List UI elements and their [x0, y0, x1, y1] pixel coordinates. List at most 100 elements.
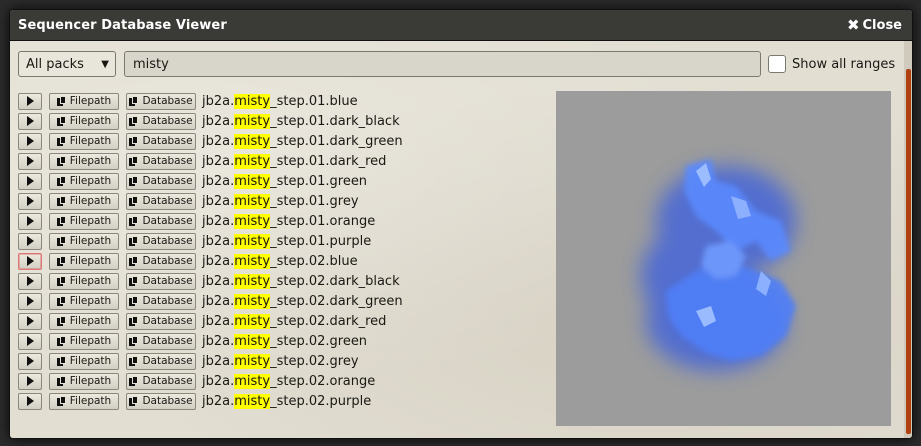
- play-button[interactable]: [18, 272, 42, 290]
- play-button[interactable]: [18, 312, 42, 330]
- entry-path[interactable]: jb2a.misty_step.02.dark_green: [202, 293, 403, 309]
- entry-path-prefix: jb2a.: [202, 353, 235, 369]
- entry-path[interactable]: jb2a.misty_step.02.grey: [202, 353, 359, 369]
- play-button[interactable]: [18, 132, 42, 150]
- close-button[interactable]: ✖ Close: [847, 17, 902, 33]
- copy-icon: [56, 96, 66, 106]
- copy-filepath-button[interactable]: Filepath: [49, 372, 119, 390]
- play-button[interactable]: [18, 192, 42, 210]
- copy-icon: [56, 336, 66, 346]
- copy-filepath-button[interactable]: Filepath: [49, 392, 119, 410]
- copy-database-button[interactable]: Database: [126, 92, 196, 110]
- entry-path[interactable]: jb2a.misty_step.01.dark_red: [202, 153, 387, 169]
- entry-path[interactable]: jb2a.misty_step.02.blue: [202, 253, 358, 269]
- list-item: Filepath Database jb2a.misty_step.02.orang…: [18, 371, 538, 391]
- close-button-label: Close: [862, 17, 902, 33]
- entry-path-suffix: _step.01.dark_black: [270, 113, 400, 129]
- copy-filepath-label: Filepath: [69, 135, 112, 147]
- play-button[interactable]: [18, 232, 42, 250]
- play-button[interactable]: [18, 392, 42, 410]
- copy-database-button[interactable]: Database: [126, 132, 196, 150]
- search-input[interactable]: misty: [124, 51, 761, 77]
- play-button[interactable]: [18, 292, 42, 310]
- entry-path[interactable]: jb2a.misty_step.01.green: [202, 173, 367, 189]
- play-button[interactable]: [18, 172, 42, 190]
- entry-path[interactable]: jb2a.misty_step.01.grey: [202, 193, 359, 209]
- copy-database-button[interactable]: Database: [126, 232, 196, 250]
- entry-path-suffix: _step.01.dark_red: [270, 153, 387, 169]
- copy-database-button[interactable]: Database: [126, 392, 196, 410]
- copy-filepath-label: Filepath: [69, 235, 112, 247]
- pack-select[interactable]: All packs ▼: [18, 51, 116, 77]
- copy-filepath-button[interactable]: Filepath: [49, 292, 119, 310]
- copy-database-button[interactable]: Database: [126, 112, 196, 130]
- copy-database-button[interactable]: Database: [126, 372, 196, 390]
- copy-icon: [129, 356, 139, 366]
- play-button[interactable]: [18, 332, 42, 350]
- copy-database-label: Database: [142, 375, 193, 387]
- copy-filepath-button[interactable]: Filepath: [49, 212, 119, 230]
- entry-path[interactable]: jb2a.misty_step.01.dark_black: [202, 113, 400, 129]
- copy-filepath-button[interactable]: Filepath: [49, 252, 119, 270]
- play-button[interactable]: [18, 252, 42, 270]
- entry-path-highlight: misty: [234, 353, 271, 369]
- copy-filepath-button[interactable]: Filepath: [49, 152, 119, 170]
- copy-filepath-button[interactable]: Filepath: [49, 352, 119, 370]
- copy-database-button[interactable]: Database: [126, 192, 196, 210]
- copy-filepath-button[interactable]: Filepath: [49, 132, 119, 150]
- copy-filepath-button[interactable]: Filepath: [49, 192, 119, 210]
- copy-filepath-button[interactable]: Filepath: [49, 332, 119, 350]
- copy-filepath-button[interactable]: Filepath: [49, 232, 119, 250]
- play-button[interactable]: [18, 372, 42, 390]
- copy-database-button[interactable]: Database: [126, 352, 196, 370]
- copy-database-button[interactable]: Database: [126, 292, 196, 310]
- entry-path[interactable]: jb2a.misty_step.01.dark_green: [202, 133, 403, 149]
- entry-path-prefix: jb2a.: [202, 273, 235, 289]
- entry-path[interactable]: jb2a.misty_step.01.purple: [202, 233, 371, 249]
- scrollbar-thumb[interactable]: [906, 69, 911, 434]
- copy-filepath-button[interactable]: Filepath: [49, 112, 119, 130]
- play-icon: [26, 356, 34, 366]
- entry-path[interactable]: jb2a.misty_step.02.purple: [202, 393, 371, 409]
- play-button[interactable]: [18, 152, 42, 170]
- copy-filepath-button[interactable]: Filepath: [49, 172, 119, 190]
- play-button[interactable]: [18, 212, 42, 230]
- copy-icon: [56, 176, 66, 186]
- copy-filepath-button[interactable]: Filepath: [49, 272, 119, 290]
- play-button[interactable]: [18, 352, 42, 370]
- copy-icon: [129, 156, 139, 166]
- copy-database-button[interactable]: Database: [126, 172, 196, 190]
- copy-database-button[interactable]: Database: [126, 252, 196, 270]
- copy-database-label: Database: [142, 115, 193, 127]
- entry-path[interactable]: jb2a.misty_step.02.orange: [202, 373, 375, 389]
- show-all-ranges-toggle[interactable]: Show all ranges: [768, 51, 895, 77]
- copy-icon: [129, 96, 139, 106]
- copy-database-button[interactable]: Database: [126, 212, 196, 230]
- list-item: Filepath Database jb2a.misty_step.01.grey: [18, 191, 538, 211]
- copy-database-button[interactable]: Database: [126, 312, 196, 330]
- entry-path-highlight: misty: [234, 233, 271, 249]
- play-button[interactable]: [18, 112, 42, 130]
- copy-filepath-label: Filepath: [69, 335, 112, 347]
- copy-filepath-button[interactable]: Filepath: [49, 312, 119, 330]
- copy-icon: [129, 176, 139, 186]
- entry-path[interactable]: jb2a.misty_step.02.green: [202, 333, 367, 349]
- entry-path[interactable]: jb2a.misty_step.01.blue: [202, 93, 358, 109]
- copy-database-label: Database: [142, 295, 193, 307]
- copy-icon: [129, 276, 139, 286]
- copy-database-button[interactable]: Database: [126, 272, 196, 290]
- window-titlebar[interactable]: Sequencer Database Viewer ✖ Close: [10, 10, 912, 41]
- copy-database-button[interactable]: Database: [126, 152, 196, 170]
- list-item: Filepath Database jb2a.misty_step.01.purpl…: [18, 231, 538, 251]
- play-icon: [26, 196, 34, 206]
- show-all-ranges-checkbox[interactable]: [768, 55, 786, 73]
- play-button[interactable]: [18, 92, 42, 110]
- copy-database-button[interactable]: Database: [126, 332, 196, 350]
- entry-path[interactable]: jb2a.misty_step.01.orange: [202, 213, 375, 229]
- entry-path-prefix: jb2a.: [202, 333, 235, 349]
- entry-path-suffix: _step.01.grey: [270, 193, 359, 209]
- entry-path[interactable]: jb2a.misty_step.02.dark_red: [202, 313, 386, 329]
- copy-filepath-button[interactable]: Filepath: [49, 92, 119, 110]
- play-icon: [26, 96, 34, 106]
- entry-path[interactable]: jb2a.misty_step.02.dark_black: [202, 273, 400, 289]
